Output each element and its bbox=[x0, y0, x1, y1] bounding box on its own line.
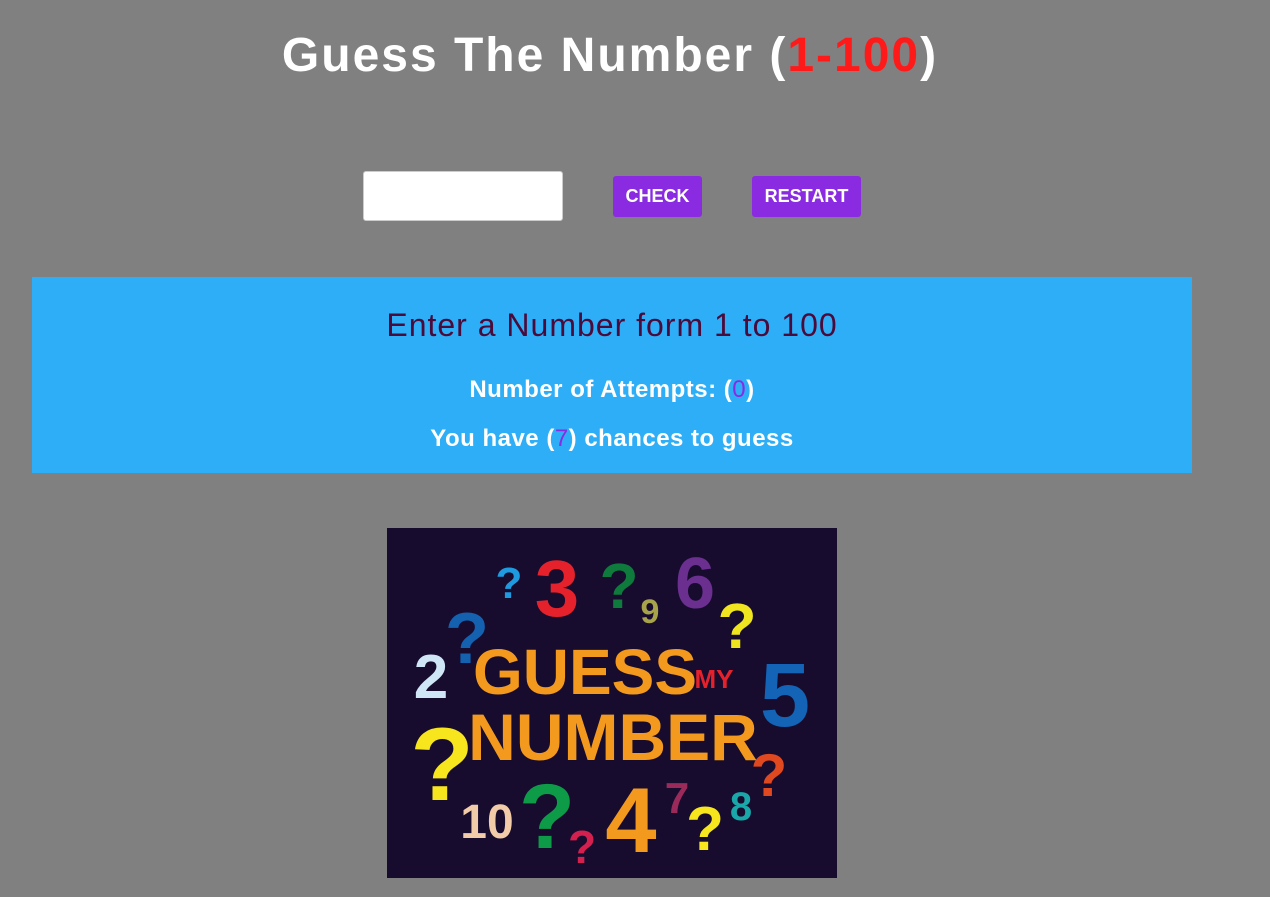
digit-ten-icon: 10 bbox=[460, 796, 513, 849]
digit-nine-icon: 9 bbox=[641, 593, 660, 631]
chances-count: 7 bbox=[554, 425, 569, 452]
chances-prefix: You have ( bbox=[430, 425, 555, 452]
status-message: Enter a Number form 1 to 100 bbox=[386, 307, 838, 343]
attempts-line: Number of Attempts: (0) bbox=[32, 376, 1192, 404]
digit-six-icon: 6 bbox=[675, 544, 715, 624]
attempts-prefix: Number of Attempts: ( bbox=[469, 376, 733, 403]
question-mark-icon: ? bbox=[568, 821, 596, 873]
title-suffix: ) bbox=[920, 29, 939, 82]
title-prefix: Guess The Number ( bbox=[281, 29, 788, 82]
chances-line: You have (7) chances to guess bbox=[32, 425, 1192, 453]
logo-word-my: MY bbox=[695, 664, 734, 694]
check-button[interactable]: CHECK bbox=[613, 176, 702, 217]
page: Guess The Number (1-100) CHECK RESTART E… bbox=[0, 0, 1270, 897]
chances-suffix: ) chances to guess bbox=[568, 425, 794, 452]
restart-button[interactable]: RESTART bbox=[752, 176, 861, 217]
question-mark-icon: ? bbox=[496, 559, 523, 608]
info-panel: Enter a Number form 1 to 100 Number of A… bbox=[32, 277, 1192, 473]
digit-three-icon: 3 bbox=[535, 544, 580, 633]
page-title: Guess The Number (1-100) bbox=[0, 28, 1220, 83]
digit-two-icon: 2 bbox=[414, 643, 448, 712]
question-mark-icon: ? bbox=[686, 795, 724, 864]
logo-artwork: ? 3 ? 9 6 ? ? 2 5 ? ? 10 ? ? 4 7 ? 8 GUE… bbox=[410, 544, 810, 873]
digit-eight-icon: 8 bbox=[730, 785, 752, 829]
question-mark-icon: ? bbox=[717, 590, 756, 662]
digit-five-icon: 5 bbox=[760, 646, 810, 746]
guess-my-number-logo: ? 3 ? 9 6 ? ? 2 5 ? ? 10 ? ? 4 7 ? 8 GUE… bbox=[387, 528, 837, 878]
logo-word-guess: GUESS bbox=[473, 636, 697, 708]
question-mark-icon: ? bbox=[599, 550, 638, 622]
guess-input[interactable] bbox=[363, 171, 563, 221]
attempts-count: 0 bbox=[732, 376, 747, 403]
controls-row: CHECK RESTART bbox=[0, 171, 1270, 221]
attempts-suffix: ) bbox=[746, 376, 755, 403]
question-mark-icon: ? bbox=[519, 766, 575, 868]
logo-word-number: NUMBER bbox=[468, 700, 758, 774]
title-range: 1-100 bbox=[787, 29, 921, 82]
digit-four-icon: 4 bbox=[605, 770, 656, 872]
